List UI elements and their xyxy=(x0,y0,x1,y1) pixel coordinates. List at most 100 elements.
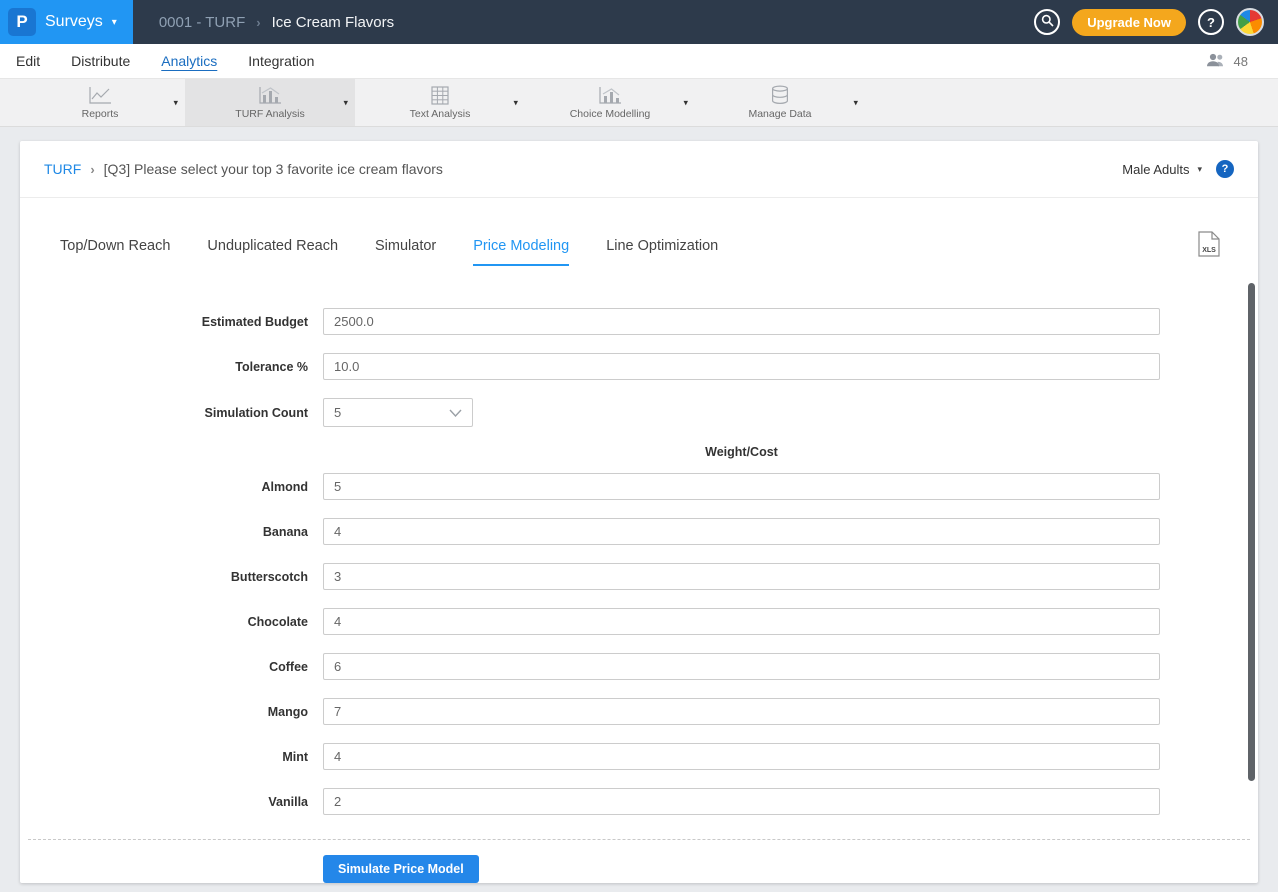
people-icon xyxy=(1206,53,1227,70)
help-button[interactable]: ? xyxy=(1198,9,1224,35)
simulation-count-label: Simulation Count xyxy=(20,406,323,420)
flavor-weight-input-vanilla[interactable] xyxy=(323,788,1160,815)
help-button[interactable]: ? xyxy=(1216,160,1234,178)
flavor-row: Coffee xyxy=(20,653,1258,680)
estimated-budget-label: Estimated Budget xyxy=(20,315,323,329)
flavor-label: Almond xyxy=(20,480,323,494)
respondent-count: 48 xyxy=(1234,54,1248,69)
logo-letter: P xyxy=(16,12,27,32)
nav-item-distribute[interactable]: Distribute xyxy=(71,53,130,69)
flavor-weight-input-almond[interactable] xyxy=(323,473,1160,500)
line-chart-icon xyxy=(88,86,112,105)
chevron-down-icon[interactable]: ▾ xyxy=(853,97,858,108)
flavor-row: Almond xyxy=(20,473,1258,500)
upgrade-now-button[interactable]: Upgrade Now xyxy=(1072,9,1186,36)
flavor-label: Chocolate xyxy=(20,615,323,629)
flavor-weight-input-butterscotch[interactable] xyxy=(323,563,1160,590)
chevron-down-icon[interactable]: ▾ xyxy=(173,97,178,108)
flavor-row: Banana xyxy=(20,518,1258,545)
nav-item-analytics[interactable]: Analytics xyxy=(161,53,217,69)
search-button[interactable] xyxy=(1034,9,1060,35)
help-icon: ? xyxy=(1207,15,1215,30)
toolbar-item-label: Choice Modelling xyxy=(570,108,651,120)
analytics-toolbar: Reports ▾ TURF Analysis ▾ Text Analysis … xyxy=(0,79,1278,127)
breadcrumb-page: Ice Cream Flavors xyxy=(272,14,395,31)
flavor-label: Vanilla xyxy=(20,795,323,809)
flavor-weight-input-chocolate[interactable] xyxy=(323,608,1160,635)
toolbar-item-label: Manage Data xyxy=(748,108,811,120)
toolbar-item-reports[interactable]: Reports ▾ xyxy=(15,79,185,126)
chevron-down-icon[interactable]: ▾ xyxy=(683,97,688,108)
form-row: Simulation Count 5 xyxy=(20,398,1258,427)
simulate-price-model-button[interactable]: Simulate Price Model xyxy=(323,855,479,883)
estimated-budget-input[interactable] xyxy=(323,308,1160,335)
topbar: P Surveys ▾ 0001 - TURF › Ice Cream Flav… xyxy=(0,0,1278,44)
flavor-row: Mango xyxy=(20,698,1258,725)
flavor-label: Coffee xyxy=(20,660,323,674)
survey-nav: Edit Distribute Analytics Integration 48 xyxy=(0,44,1278,79)
toolbar-item-label: Reports xyxy=(82,108,119,120)
topbar-actions: Upgrade Now ? xyxy=(1034,8,1278,36)
help-icon: ? xyxy=(1222,163,1229,175)
chevron-down-icon: ▾ xyxy=(112,17,117,28)
page: P Surveys ▾ 0001 - TURF › Ice Cream Flav… xyxy=(0,0,1278,892)
export-xls-button[interactable]: XLS xyxy=(1198,231,1220,266)
avatar[interactable] xyxy=(1236,8,1264,36)
breadcrumb-turf-link[interactable]: TURF xyxy=(44,161,81,177)
toolbar-item-manage-data[interactable]: Manage Data ▾ xyxy=(695,79,865,126)
questionpro-logo: P xyxy=(8,8,36,36)
tab-simulator[interactable]: Simulator xyxy=(375,238,436,266)
toolbar-item-text-analysis[interactable]: Text Analysis ▾ xyxy=(355,79,525,126)
toolbar-item-turf-analysis[interactable]: TURF Analysis ▾ xyxy=(185,79,355,126)
flavor-label: Mint xyxy=(20,750,323,764)
toolbar-item-label: TURF Analysis xyxy=(235,108,304,120)
flavor-row: Vanilla xyxy=(20,788,1258,815)
simulation-count-value: 5 xyxy=(334,405,341,420)
surveys-product-switcher[interactable]: P Surveys ▾ xyxy=(0,0,133,44)
respondent-counter[interactable]: 48 xyxy=(1206,53,1262,70)
flavor-weight-input-coffee[interactable] xyxy=(323,653,1160,680)
form-row: Tolerance % xyxy=(20,353,1258,380)
table-icon xyxy=(431,86,449,105)
tab-top-down-reach[interactable]: Top/Down Reach xyxy=(60,238,170,266)
flavor-row: Butterscotch xyxy=(20,563,1258,590)
simulation-count-select[interactable]: 5 xyxy=(323,398,473,427)
segment-selector[interactable]: Male Adults ▾ xyxy=(1122,162,1202,177)
weight-cost-header: Weight/Cost xyxy=(323,445,1160,459)
price-modeling-form: Estimated Budget Tolerance % Simulation … xyxy=(20,266,1258,883)
tolerance-input[interactable] xyxy=(323,353,1160,380)
breadcrumb-project[interactable]: 0001 - TURF xyxy=(159,14,245,31)
toolbar-item-choice-modelling[interactable]: Choice Modelling ▾ xyxy=(525,79,695,126)
tolerance-label: Tolerance % xyxy=(20,360,323,374)
tab-line-optimization[interactable]: Line Optimization xyxy=(606,238,718,266)
tab-price-modeling[interactable]: Price Modeling xyxy=(473,238,569,266)
chevron-down-icon[interactable]: ▾ xyxy=(343,97,348,108)
question-title: [Q3] Please select your top 3 favorite i… xyxy=(104,161,443,177)
breadcrumb-separator-icon: › xyxy=(90,162,94,177)
scrollbar-thumb[interactable] xyxy=(1248,283,1255,781)
flavor-label: Mango xyxy=(20,705,323,719)
flavor-weight-input-mint[interactable] xyxy=(323,743,1160,770)
card-header-actions: Male Adults ▾ ? xyxy=(1122,160,1234,178)
flavor-label: Banana xyxy=(20,525,323,539)
bar-chart-icon xyxy=(598,86,622,105)
database-icon xyxy=(770,85,790,105)
flavor-weight-input-mango[interactable] xyxy=(323,698,1160,725)
flavor-label: Butterscotch xyxy=(20,570,323,584)
chevron-down-icon xyxy=(449,405,462,420)
breadcrumb-separator-icon: › xyxy=(256,15,260,30)
flavor-row: Chocolate xyxy=(20,608,1258,635)
svg-text:XLS: XLS xyxy=(1202,247,1216,254)
nav-item-integration[interactable]: Integration xyxy=(248,53,314,69)
nav-item-edit[interactable]: Edit xyxy=(16,53,40,69)
bar-line-chart-icon xyxy=(258,86,282,105)
content-area: TURF › [Q3] Please select your top 3 fav… xyxy=(0,127,1278,892)
chevron-down-icon[interactable]: ▾ xyxy=(513,97,518,108)
card-header: TURF › [Q3] Please select your top 3 fav… xyxy=(20,141,1258,198)
form-row: Estimated Budget xyxy=(20,308,1258,335)
analysis-tabs: Top/Down Reach Unduplicated Reach Simula… xyxy=(20,231,1258,266)
tab-unduplicated-reach[interactable]: Unduplicated Reach xyxy=(207,238,338,266)
flavor-row: Mint xyxy=(20,743,1258,770)
flavor-weight-input-banana[interactable] xyxy=(323,518,1160,545)
search-icon xyxy=(1041,14,1054,30)
